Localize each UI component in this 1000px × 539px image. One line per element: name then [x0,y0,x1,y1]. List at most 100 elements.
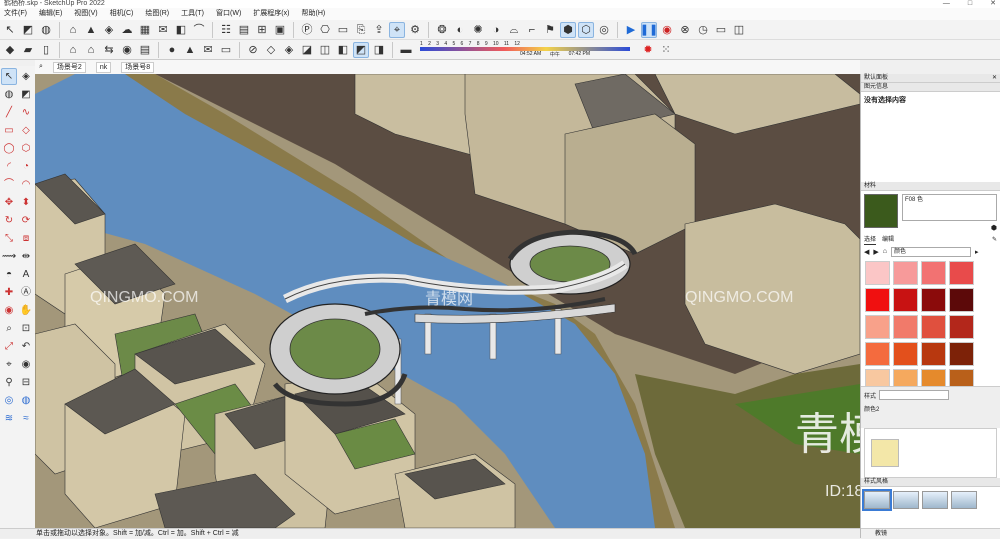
paint-bucket-icon[interactable]: ◍ [38,22,54,38]
eyedropper-icon[interactable]: ✎ [992,235,1000,245]
orbit-tool-icon[interactable]: ◉ [1,302,17,319]
save-icon[interactable]: ▤ [137,42,153,58]
close-icon[interactable]: ✕ [992,74,997,83]
material-swatch-tile[interactable] [893,315,918,339]
bridge-icon[interactable]: ⌒ [191,22,207,38]
rotated-rect-tool-icon[interactable]: ◇ [18,122,34,139]
style-tile[interactable] [951,491,977,509]
eraser-tool-icon[interactable]: ◩ [18,86,34,103]
material-swatch-tile[interactable] [921,288,946,312]
sandbox-icon[interactable]: ◎ [1,392,17,409]
entity-info-header[interactable]: 图元信息 [861,83,1000,92]
monochrome-icon[interactable]: ◨ [371,42,387,58]
protractor-tool-icon[interactable]: ◓ [1,266,17,283]
cup-icon[interactable]: ⌓ [506,22,522,38]
text-tool-icon[interactable]: A [18,266,34,283]
mail-icon[interactable]: ✉ [155,22,171,38]
hidden-line-icon[interactable]: ◫ [317,42,333,58]
style-tile[interactable] [893,491,919,509]
material-swatch-tile[interactable] [865,315,890,339]
move-tool-icon[interactable]: ✥ [1,194,17,211]
back-icon[interactable]: ◀ [864,248,869,256]
style-tile[interactable] [862,489,892,511]
grid-icon[interactable]: ▦ [137,22,153,38]
menu-draw[interactable]: 绘图(R) [143,8,171,20]
style-tile[interactable] [922,491,948,509]
preview-thumbnail[interactable] [871,439,899,467]
position-camera-tool-icon[interactable]: ⌖ [1,356,17,373]
line-tool-icon[interactable]: ╱ [1,104,17,121]
cloud-icon[interactable]: ☁ [119,22,135,38]
material-swatch-tile[interactable] [865,261,890,285]
window-icon[interactable]: ◫ [731,22,747,38]
scene-icon[interactable]: ◧ [173,22,189,38]
time-slider[interactable] [420,46,630,51]
material-swatch-tile[interactable] [893,288,918,312]
cube-icon[interactable]: ⬢ [560,21,576,38]
play-icon[interactable]: ▶ [623,22,639,38]
zoom-extents-icon[interactable]: ⤢ [1,338,17,355]
zoom-window-icon[interactable]: ⊡ [18,320,34,337]
pie-tool-icon[interactable]: ◔ [18,158,34,175]
tab-scene-8[interactable]: 场景号8 [121,61,155,73]
material-swatch-tile[interactable] [865,288,890,312]
home-icon[interactable]: ⌂ [65,42,81,58]
material-swatch-tile[interactable] [949,342,974,366]
polygon-tool-icon[interactable]: ⬡ [18,140,34,157]
material-swatch-tile[interactable] [921,261,946,285]
tape-tool-icon[interactable]: ⟿ [1,248,17,265]
material-name-field[interactable]: F08 色 [902,194,997,221]
material-swatch-tile[interactable] [949,369,974,386]
material-swatch-tile[interactable] [865,342,890,366]
plugin-p-icon[interactable]: Ⓟ [299,22,315,38]
screenshot-icon[interactable]: ⎘ [353,22,369,38]
maximize-button[interactable]: □ [968,0,972,8]
material-swatch-tile[interactable] [949,261,974,285]
section-plane-icon[interactable]: ⊟ [18,374,34,391]
grid-dots-icon[interactable]: ⁙ [658,42,674,58]
material-swatch-tile[interactable] [893,261,918,285]
eraser-icon[interactable]: ◩ [20,22,36,38]
house-icon[interactable]: ⌂ [83,42,99,58]
freehand-tool-icon[interactable]: ∿ [18,104,34,121]
home-icon[interactable]: ⌂ [883,248,887,255]
rectangle-icon[interactable]: ▭ [335,22,351,38]
material-icon[interactable]: ◑ [488,22,504,38]
flag-icon[interactable]: ⚑ [542,22,558,38]
pause-icon[interactable]: ❚❚ [640,21,658,38]
terrain-icon[interactable]: ≋ [1,410,17,427]
rotate-tool-icon[interactable]: ↻ [1,212,17,229]
light-icon[interactable]: ✺ [470,22,486,38]
tab-select[interactable]: 选择 [864,235,877,245]
components-icon[interactable]: ⊞ [254,22,270,38]
pan-tool-icon[interactable]: ✋ [18,302,34,319]
envelope-icon[interactable]: ✉ [200,42,216,58]
search-icon[interactable]: ⌕ [39,63,43,71]
tree-icon[interactable]: ▲ [83,22,99,38]
cube-settings-icon[interactable]: ⬡ [578,21,594,38]
shaded-icon[interactable]: ◧ [335,42,351,58]
material-swatch-tile[interactable] [921,369,946,386]
menu-help[interactable]: 帮助(H) [299,8,327,20]
menu-view[interactable]: 视图(V) [72,8,99,20]
eye-icon[interactable]: ◉ [119,42,135,58]
tab-nk[interactable]: nk [95,61,112,73]
shadow-settings-bar[interactable]: 1 2 3 4 5 6 7 8 9 10 11 12 04:52 AM 中午 0… [420,41,630,59]
position-camera-icon[interactable]: ⌖ [389,21,405,38]
export-icon[interactable]: ⇪ [371,22,387,38]
triangle-icon[interactable]: ▲ [182,42,198,58]
rectangle-tool-icon[interactable]: ▭ [1,122,17,139]
frame-buffer-icon[interactable]: ▭ [713,22,729,38]
look-around-icon[interactable]: ◉ [18,356,34,373]
material-swatch-tile[interactable] [921,315,946,339]
styles-header[interactable]: 样式风格 [861,478,1000,487]
menu-file[interactable]: 文件(F) [2,8,29,20]
shaded-texture-icon[interactable]: ◩ [353,41,369,58]
render-icon[interactable]: ❂ [434,22,450,38]
details-icon[interactable]: ▸ [975,248,979,256]
paint-tool-icon[interactable]: ◍ [1,86,17,103]
offset-tool-icon[interactable]: ⧈ [18,230,34,247]
material-swatch[interactable] [864,194,898,228]
collection-select[interactable]: 颜色 [891,246,972,257]
menu-edit[interactable]: 编辑(E) [37,8,64,20]
